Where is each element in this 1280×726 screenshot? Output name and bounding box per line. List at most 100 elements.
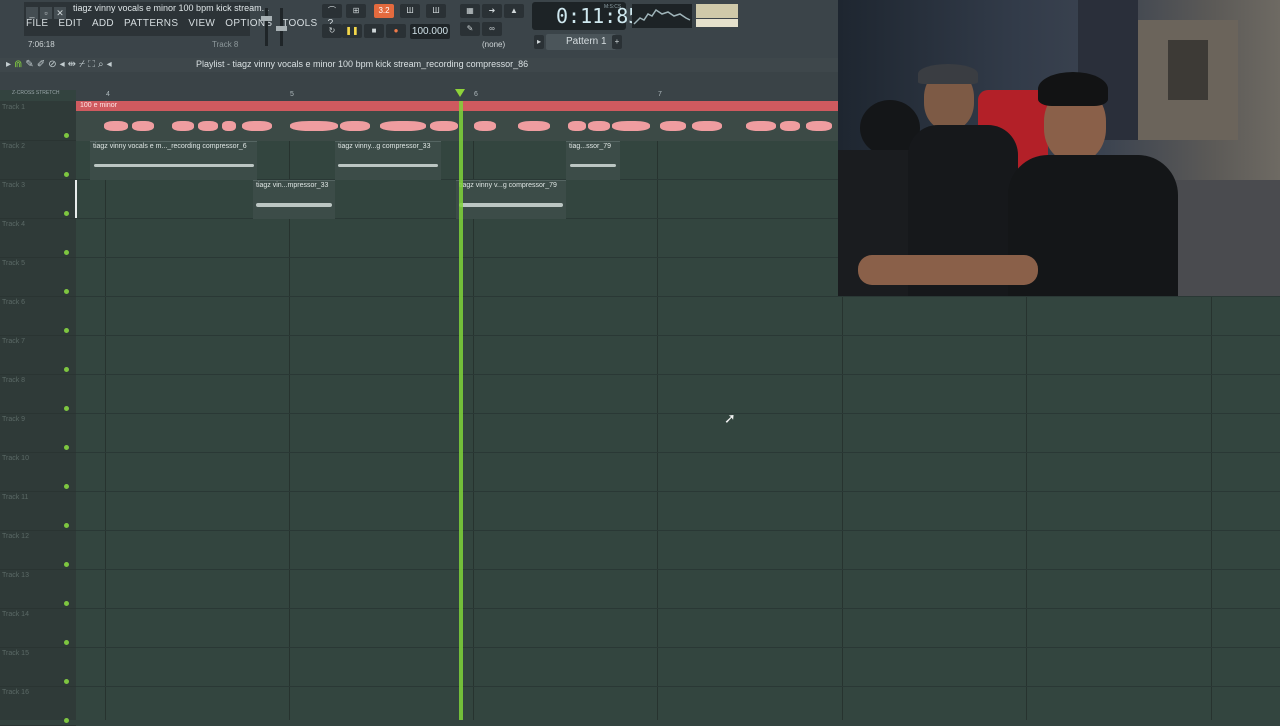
track-header[interactable]: Track 15 [0,647,76,687]
track-mute-led[interactable] [64,406,69,411]
beanie [1038,72,1108,106]
zoom-icon[interactable]: ⌕ [98,59,107,70]
doorway [1168,40,1208,100]
time-unit: M:S:CS [604,4,622,10]
track-header[interactable]: Track 6 [0,296,76,336]
track-header[interactable]: Track 11 [0,491,76,531]
magnet-icon[interactable]: ⋒ [14,59,25,70]
playlist-tools: ▸⋒✎✐⊘◂⇹⌿⛶⌕◂ [6,59,115,70]
clip-label: tiagz vinny...g compressor_33 [338,143,431,150]
track-header[interactable]: Track 13 [0,569,76,609]
track-mute-led[interactable] [64,601,69,606]
track-label: Track 3 [2,182,26,189]
track-header[interactable]: Track 8 [0,374,76,414]
track-mute-led[interactable] [64,367,69,372]
track-mute-led[interactable] [64,289,69,294]
track-header[interactable]: Track 9 [0,413,76,453]
metronome-icon[interactable]: ⌒ [322,4,342,18]
pattern-song-toggle[interactable]: 3.2 [374,4,394,18]
track-separator [76,374,1280,375]
track-separator [76,647,1280,648]
mute-icon[interactable]: ◂ [60,59,68,70]
midi-target[interactable]: (none) [482,40,505,49]
waveform-segment [380,121,426,131]
track-mute-led[interactable] [64,679,69,684]
track-mute-led[interactable] [64,328,69,333]
menu-view[interactable]: VIEW [188,18,215,29]
select-icon[interactable]: ⛶ [88,59,98,70]
record-icon[interactable]: ● [386,24,406,38]
track-mute-led[interactable] [64,250,69,255]
clip-label: tiag...ssor_79 [569,143,612,150]
master-volume-slider[interactable] [265,8,268,46]
pattern-prev-icon[interactable]: ▸ [534,35,544,49]
bell-icon[interactable]: ▲ [504,4,524,18]
track-header[interactable]: Track 10 [0,452,76,492]
slice-icon[interactable]: ⌿ [79,59,88,70]
arrow-icon[interactable]: ➜ [482,4,502,18]
clip-header[interactable] [76,101,838,111]
loop-icon[interactable]: ↻ [322,24,342,38]
clip-waveform [570,164,616,167]
track-header[interactable]: Track 7 [0,335,76,375]
playhead-marker[interactable] [455,89,465,97]
play-icon[interactable]: ❚❚ [342,24,362,38]
brush-icon[interactable]: ✐ [37,59,48,70]
track-separator [76,608,1280,609]
waveform-segment [746,121,776,131]
menu-tools[interactable]: TOOLS [282,18,317,29]
track-mute-led[interactable] [64,484,69,489]
track-header[interactable]: Track 12 [0,530,76,570]
loop-record-icon[interactable]: Ш [426,4,446,18]
link-icon[interactable]: ∞ [482,22,502,36]
menu-file[interactable]: FILE [26,18,48,29]
waveform-segment [222,121,236,131]
hint-time: 7:06:18 [28,40,55,49]
track-mute-led[interactable] [64,718,69,723]
track-header[interactable]: Track 2 [0,140,76,180]
playlist-title: Playlist - tiagz vinny vocals e minor 10… [196,59,529,69]
track-mute-led[interactable] [64,172,69,177]
blend-icon[interactable]: Ш [400,4,420,18]
track-mute-led[interactable] [64,133,69,138]
master-pitch-knob[interactable] [276,26,287,31]
waveform-segment [198,121,218,131]
pattern-add-icon[interactable]: + [612,35,622,49]
mouse-cursor-icon: ➚ [724,410,736,426]
menu-arrow-icon[interactable]: ▸ [6,59,14,70]
track-mute-led[interactable] [64,211,69,216]
track-mute-led[interactable] [64,445,69,450]
track-header[interactable]: Track 4 [0,218,76,258]
bar-number: 6 [474,91,478,98]
clip-waveform [338,164,438,167]
time-value: 0:11:85 [556,4,641,28]
track-header[interactable]: Track 14 [0,608,76,648]
menu-edit[interactable]: EDIT [58,18,82,29]
pattern-selector[interactable]: Pattern 1 [546,34,616,50]
clip-label: tiagz vinny v...g compressor_79 [459,182,557,189]
speaker-icon[interactable]: ◂ [107,59,115,70]
track-mute-led[interactable] [64,640,69,645]
track-label: Track 13 [2,572,29,579]
stop-icon[interactable]: ■ [364,24,384,38]
track-header[interactable]: Track 16 [0,686,76,726]
tempo-display[interactable]: 100.000 [410,24,450,39]
wait-icon[interactable]: ⊞ [346,4,366,18]
pencil-tool-icon[interactable]: ✎ [25,59,36,70]
menu-patterns[interactable]: PATTERNS [124,18,178,29]
delete-icon[interactable]: ⊘ [48,59,59,70]
master-volume-knob[interactable] [261,16,272,21]
track-header[interactable]: Track 5 [0,257,76,297]
oscilloscope [632,4,692,28]
snap-options[interactable]: Z-CROSS STRETCH [12,90,60,96]
track-mute-led[interactable] [64,562,69,567]
track-header[interactable]: Track 3 [0,179,76,219]
playhead-line[interactable] [459,101,463,720]
track-mute-led[interactable] [64,523,69,528]
pencil-icon[interactable]: ✎ [460,22,480,36]
track-header[interactable]: Track 1 [0,101,76,141]
typing-keyboard-icon[interactable]: ▦ [460,4,480,18]
waveform-segment [568,121,586,131]
slip-icon[interactable]: ⇹ [68,59,79,70]
menu-add[interactable]: ADD [92,18,114,29]
